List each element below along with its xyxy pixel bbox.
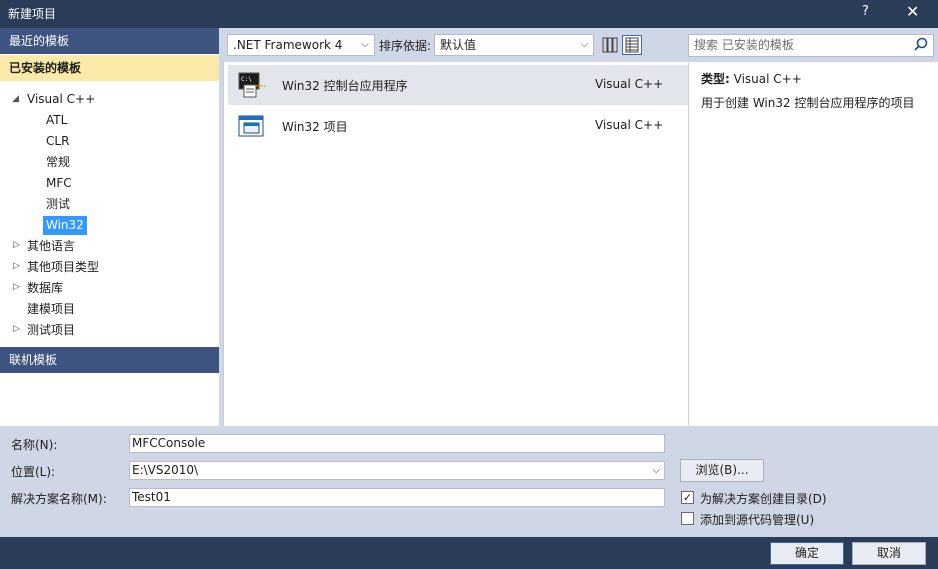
type-label: 类型: xyxy=(701,72,730,86)
svg-text:C:\: C:\ xyxy=(241,76,252,83)
template-description: 用于创建 Win32 控制台应用程序的项目 xyxy=(701,96,915,110)
chevron-down-icon: ⌵ xyxy=(580,39,588,50)
template-list: C:\ ++ Win32 控制台应用程序 Visual C++ Win32 项目… xyxy=(223,62,689,426)
tree-item-visual-cpp[interactable]: Visual C++ xyxy=(27,90,95,109)
installed-templates-header[interactable]: 已安装的模板 xyxy=(0,55,219,81)
online-templates-header[interactable]: 联机模板 xyxy=(0,347,219,373)
cancel-button[interactable]: 取消 xyxy=(852,542,926,565)
template-language: Visual C++ xyxy=(595,118,664,132)
collapsed-arrow-icon[interactable]: ▷ xyxy=(13,324,20,334)
template-details-panel: 类型: Visual C++ 用于创建 Win32 控制台应用程序的项目 xyxy=(688,62,938,426)
tree-item-general[interactable]: 常规 xyxy=(46,153,70,172)
collapsed-arrow-icon[interactable]: ▷ xyxy=(13,261,20,271)
add-source-control-checkbox[interactable] xyxy=(681,512,694,525)
template-category-panel: 最近的模板 已安装的模板 ◢ Visual C++ ATL CLR 常规 MFC… xyxy=(0,28,219,426)
search-icon[interactable] xyxy=(914,35,928,62)
type-value: Visual C++ xyxy=(733,72,802,86)
name-label: 名称(N): xyxy=(11,438,58,452)
chevron-down-icon: ⌵ xyxy=(361,39,369,50)
close-button[interactable]: ✕ xyxy=(906,2,919,21)
list-view-icon[interactable] xyxy=(622,35,642,55)
tree-item-test-projects[interactable]: 测试项目 xyxy=(27,321,75,340)
tree-item-mfc[interactable]: MFC xyxy=(46,174,72,193)
solution-name-label: 解决方案名称(M): xyxy=(11,492,107,506)
console-app-icon: C:\ ++ xyxy=(238,71,272,99)
location-field[interactable]: E:\VS2010\ ⌵ xyxy=(129,461,665,480)
location-label: 位置(L): xyxy=(11,465,56,479)
help-button[interactable]: ? xyxy=(862,4,869,19)
template-type: 类型: Visual C++ xyxy=(701,70,802,87)
tree-item-atl[interactable]: ATL xyxy=(46,111,67,130)
search-placeholder: 搜索 已安装的模板 xyxy=(694,38,794,52)
collapsed-arrow-icon[interactable]: ▷ xyxy=(13,240,20,250)
dialog-footer: 确定 取消 xyxy=(0,537,938,569)
small-icons-view-icon[interactable] xyxy=(600,35,620,55)
framework-value: .NET Framework 4 xyxy=(233,38,343,52)
collapsed-arrow-icon[interactable]: ▷ xyxy=(13,282,20,292)
title-bar: 新建项目 ? ✕ xyxy=(0,0,938,28)
ok-button[interactable]: 确定 xyxy=(770,542,844,565)
location-value: E:\VS2010\ xyxy=(132,463,199,477)
solution-name-field[interactable]: Test01 xyxy=(129,488,665,507)
template-toolbar: .NET Framework 4 ⌵ 排序依据: 默认值 ⌵ 搜索 已安装的模板 xyxy=(222,28,938,62)
template-row-console-app[interactable]: C:\ ++ Win32 控制台应用程序 Visual C++ xyxy=(228,65,689,105)
search-input[interactable]: 搜索 已安装的模板 xyxy=(688,34,934,57)
template-language: Visual C++ xyxy=(595,77,664,91)
create-directory-checkbox[interactable]: ✓ xyxy=(681,491,694,504)
add-source-control-label[interactable]: 添加到源代码管理(U) xyxy=(700,511,814,528)
template-name: Win32 控制台应用程序 xyxy=(282,79,408,93)
name-field[interactable]: MFCConsole xyxy=(129,434,665,453)
template-row-win32-project[interactable]: Win32 项目 Visual C++ xyxy=(228,106,689,146)
svg-text:++: ++ xyxy=(255,81,266,92)
template-name: Win32 项目 xyxy=(282,120,348,134)
sort-dropdown[interactable]: 默认值 ⌵ xyxy=(434,34,594,56)
recent-templates-header[interactable]: 最近的模板 xyxy=(0,28,219,54)
tree-item-test[interactable]: 测试 xyxy=(46,195,70,214)
tree-item-modeling-projects[interactable]: 建模项目 xyxy=(27,300,75,319)
tree-item-clr[interactable]: CLR xyxy=(46,132,69,151)
chevron-down-icon[interactable]: ⌵ xyxy=(652,462,660,479)
tree-item-win32[interactable]: Win32 xyxy=(43,216,87,235)
sort-value: 默认值 xyxy=(440,38,477,52)
framework-dropdown[interactable]: .NET Framework 4 ⌵ xyxy=(227,34,375,56)
expanded-arrow-icon[interactable]: ◢ xyxy=(12,94,19,104)
window-title: 新建项目 xyxy=(8,7,57,21)
create-directory-label[interactable]: 为解决方案创建目录(D) xyxy=(700,490,827,507)
win32-project-icon xyxy=(238,112,266,140)
tree-item-other-languages[interactable]: 其他语言 xyxy=(27,237,75,256)
sort-label: 排序依据: xyxy=(379,39,432,53)
tree-item-database[interactable]: 数据库 xyxy=(27,279,63,298)
tree-item-other-project-types[interactable]: 其他项目类型 xyxy=(27,258,99,277)
browse-button[interactable]: 浏览(B)... xyxy=(680,459,764,482)
